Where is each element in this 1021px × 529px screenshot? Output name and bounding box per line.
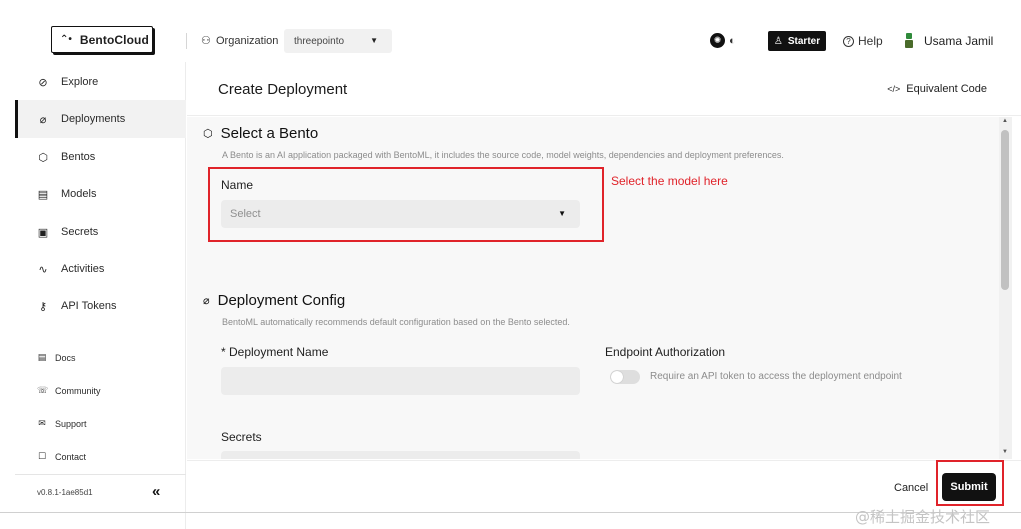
help-icon: ?	[843, 35, 854, 47]
sidebar-item-label: Explore	[61, 76, 99, 88]
sidebar-link-community[interactable]: ☏ Community	[37, 385, 101, 396]
sidebar-link-label: Docs	[55, 352, 76, 363]
sidebar-item-explore[interactable]: ⊘ Explore	[15, 63, 186, 101]
key-icon: ⚷	[38, 300, 48, 313]
name-field-highlight	[208, 167, 604, 242]
sidebar-item-label: API Tokens	[61, 300, 117, 312]
cancel-button[interactable]: Cancel	[894, 482, 928, 494]
equivalent-code-button[interactable]: </> Equivalent Code	[887, 83, 987, 95]
sidebar-item-label: Models	[61, 188, 97, 200]
top-header: ⌃• BentoCloud ⚇ Organization threepointo…	[0, 0, 1021, 62]
user-menu[interactable]: Usama Jamil	[904, 33, 993, 49]
sidebar-item-activities[interactable]: ∿ Activities	[15, 250, 186, 288]
sidebar-item-bentos[interactable]: ⬡ Bentos	[15, 138, 186, 176]
scrollbar-thumb[interactable]	[1001, 130, 1009, 290]
organization-label: Organization	[216, 35, 279, 47]
docs-icon: ▤	[37, 352, 47, 362]
bentocloud-logo[interactable]: ⌃• BentoCloud	[51, 26, 153, 53]
rocket-icon: ⌀	[203, 295, 210, 307]
sidebar-link-contact[interactable]: ☐ Contact	[37, 451, 86, 462]
sidebar-item-secrets[interactable]: ▣ Secrets	[15, 213, 186, 251]
starter-icon: ♙	[773, 35, 783, 47]
sidebar-item-label: Bentos	[61, 151, 96, 163]
version-label: v0.8.1-1ae85d1	[37, 488, 93, 497]
logo-text: BentoCloud	[79, 32, 149, 47]
watermark: @稀土掘金技术社区	[855, 508, 991, 526]
file-icon: ▤	[37, 188, 49, 201]
endpoint-authorization-hint: Require an API token to access the deplo…	[650, 371, 902, 382]
help-link[interactable]: ? Help	[843, 34, 883, 48]
collapse-sidebar-icon[interactable]: «	[152, 483, 160, 500]
starter-label: Starter	[787, 35, 821, 47]
cube-icon: ⬡	[38, 151, 48, 164]
support-icon: ✉	[38, 418, 46, 428]
user-name: Usama Jamil	[924, 34, 994, 48]
sidebar-divider	[15, 474, 186, 475]
secrets-label: Secrets	[221, 430, 262, 444]
page-title: Create Deployment	[218, 81, 348, 98]
submit-highlight	[936, 460, 1004, 506]
avatar	[904, 33, 914, 49]
sidebar-link-docs[interactable]: ▤ Docs	[37, 352, 76, 363]
sidebar: ⊘ Explore ⌀ Deployments ⬡ Bentos ▤ Model…	[0, 62, 186, 529]
sidebar-item-label: Deployments	[61, 113, 126, 125]
sidebar-item-api-tokens[interactable]: ⚷ API Tokens	[15, 287, 186, 325]
theme-toggle[interactable]: ✺ ◐	[710, 33, 736, 48]
annotation-text: Select the model here	[611, 174, 728, 188]
deployment-name-input[interactable]	[221, 367, 580, 395]
sidebar-link-label: Contact	[55, 451, 87, 462]
organization-value: threepointo	[294, 35, 345, 47]
code-icon: </>	[887, 84, 901, 94]
header-divider	[186, 33, 187, 49]
select-bento-description: A Bento is an AI application packaged wi…	[222, 150, 784, 160]
sidebar-item-label: Secrets	[61, 226, 99, 238]
endpoint-authorization-label: Endpoint Authorization	[605, 345, 726, 359]
sidebar-item-label: Activities	[61, 263, 105, 275]
scroll-down-arrow-icon[interactable]: ▼	[1002, 449, 1008, 455]
contact-icon: ☐	[37, 451, 47, 461]
page-header: Create Deployment </> Equivalent Code	[187, 62, 1021, 116]
sidebar-item-models[interactable]: ▤ Models	[15, 175, 186, 213]
community-icon: ☏	[37, 385, 49, 395]
logo-mark-icon: ⌃•	[60, 34, 72, 45]
secret-box-icon: ▣	[37, 226, 49, 239]
select-bento-title: Select a Bento	[220, 125, 319, 142]
sun-icon: ✺	[710, 33, 725, 48]
endpoint-authorization-toggle[interactable]	[610, 370, 640, 384]
deployment-config-heading: ⌀ Deployment Config	[203, 292, 345, 309]
cube-icon: ⬡	[203, 128, 213, 140]
form-footer: Cancel Submit	[187, 460, 1021, 512]
deployment-config-title: Deployment Config	[217, 292, 346, 309]
deployment-config-description: BentoML automatically recommends default…	[222, 317, 570, 327]
compass-icon: ⊘	[38, 76, 48, 89]
select-bento-heading: ⬡ Select a Bento	[203, 125, 318, 142]
deployment-name-label: * Deployment Name	[221, 345, 329, 359]
sidebar-link-label: Community	[55, 385, 101, 396]
caret-down-icon: ▼	[370, 36, 378, 45]
organization-select[interactable]: threepointo ▼	[284, 29, 392, 53]
sidebar-link-label: Support	[55, 418, 87, 429]
starter-plan-button[interactable]: ♙ Starter	[768, 31, 826, 51]
sidebar-link-support[interactable]: ✉ Support	[37, 418, 87, 429]
equivalent-code-label: Equivalent Code	[906, 83, 987, 95]
moon-icon: ◐	[729, 34, 736, 47]
activity-icon: ∿	[38, 263, 48, 276]
scroll-up-arrow-icon[interactable]: ▲	[1002, 118, 1008, 124]
sidebar-item-deployments[interactable]: ⌀ Deployments	[15, 100, 186, 138]
secrets-select[interactable]	[221, 451, 580, 459]
help-label: Help	[858, 34, 883, 48]
rocket-icon: ⌀	[39, 113, 47, 126]
organization-icon: ⚇	[201, 35, 211, 47]
